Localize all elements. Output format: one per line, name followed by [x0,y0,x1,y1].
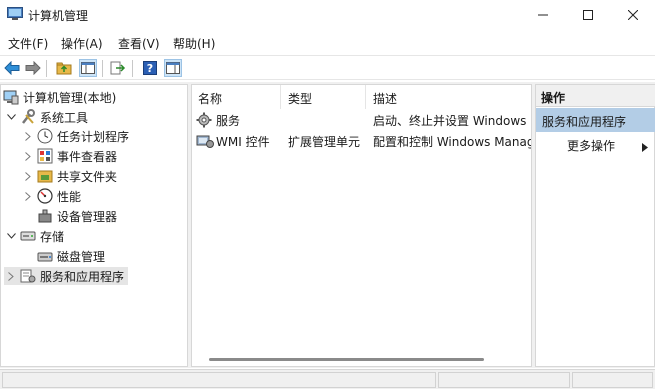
menu-action[interactable]: 操作(A) [61,35,103,52]
tree-item-event-viewer[interactable]: 事件查看器 [21,147,117,165]
storage-icon [20,228,36,244]
chevron-right-icon[interactable] [21,171,35,181]
cell-name: 服务 [216,114,241,128]
window-title: 计算机管理 [28,9,89,23]
device-manager-icon [37,208,53,224]
chevron-down-icon[interactable] [4,114,18,120]
tree-item-computer-management[interactable]: 计算机管理(本地) [3,88,116,106]
help-button[interactable]: ? [141,59,159,77]
tree-item-system-tools[interactable]: 系统工具 [4,108,88,126]
chevron-right-icon[interactable] [4,271,18,281]
column-header-type[interactable]: 类型 [282,85,366,109]
services-apps-icon [20,268,36,284]
menu-help[interactable]: 帮助(H) [173,35,215,52]
export-button[interactable] [109,59,127,77]
cell-name: WMI 控件 [216,135,270,149]
chevron-right-icon[interactable] [21,191,35,201]
close-icon [628,10,638,20]
minimize-icon [538,14,548,16]
up-folder-icon [56,62,72,75]
list-item-services[interactable]: 服务 启动、终止并设置 Windows [192,110,531,131]
tree-item-label: 共享文件夹 [57,169,118,184]
horizontal-scrollbar[interactable] [193,353,530,365]
tree-item-storage[interactable]: 存储 [4,227,64,245]
tree-item-services-and-applications[interactable]: 服务和应用程序 [4,267,129,285]
tree-item-shared-folders[interactable]: 共享文件夹 [21,167,117,185]
shared-folders-icon [37,168,53,184]
tree-item-label: 性能 [57,189,82,204]
wmi-control-icon [196,133,214,152]
menu-view[interactable]: 查看(V) [118,35,160,52]
computer-management-icon [3,89,19,105]
minimize-button[interactable] [520,0,566,30]
disk-management-icon [37,248,53,264]
tree-item-label: 事件查看器 [57,149,118,164]
action-more-actions[interactable]: 更多操作 [567,137,654,154]
console-tree: 计算机管理(本地) 系统工具 任务计划程序 事件查看器 共享文件夹 性能 设备管… [0,84,188,367]
tree-item-task-scheduler[interactable]: 任务计划程序 [21,127,129,145]
action-item-label: 更多操作 [567,139,616,153]
cell-description: 配置和控制 Windows Manag [373,135,531,149]
show-tree-button[interactable] [79,59,97,77]
status-bar [0,369,655,389]
performance-icon [37,188,53,204]
cell-type: 扩展管理单元 [288,135,361,149]
maximize-icon [583,10,593,20]
back-icon [4,61,20,75]
chevron-down-icon[interactable] [4,233,18,239]
tree-item-performance[interactable]: 性能 [21,187,81,205]
maximize-button[interactable] [565,0,611,30]
tree-item-disk-management[interactable]: 磁盘管理 [37,247,105,265]
tree-item-label: 存储 [40,229,65,244]
toolbar-separator [46,60,47,77]
services-gear-icon [196,112,212,131]
triangle-right-icon [642,141,648,155]
chevron-right-icon[interactable] [21,151,35,161]
toolbar: ? [0,55,655,80]
forward-button[interactable] [24,59,42,77]
computer-management-app-icon [7,7,23,21]
export-icon [110,61,126,75]
event-viewer-icon [37,148,53,164]
toolbar-separator [102,60,103,77]
results-list: 名称 类型 描述 服务 启动、终止并设置 Windows WMI 控件 扩展管理… [191,84,532,367]
forward-icon [25,61,41,75]
status-cell [2,372,436,388]
menu-bar: 文件(F) 操作(A) 查看(V) 帮助(H) [0,31,655,53]
status-cell [438,372,570,388]
column-header-description[interactable]: 描述 [367,85,531,109]
column-header-name[interactable]: 名称 [192,85,281,109]
show-tree-icon [81,62,95,74]
tree-item-label: 服务和应用程序 [40,269,125,284]
menu-file[interactable]: 文件(F) [8,35,48,52]
tree-item-label: 设备管理器 [57,209,118,224]
task-scheduler-icon [37,128,53,144]
status-cell [572,372,653,388]
tree-item-label: 任务计划程序 [57,129,130,144]
action-pane: 操作 服务和应用程序 更多操作 [535,84,655,367]
scrollbar-thumb[interactable] [209,358,484,361]
system-tools-icon [20,109,36,125]
tree-item-label: 磁盘管理 [57,249,106,264]
tree-item-device-manager[interactable]: 设备管理器 [37,207,117,225]
show-action-pane-button[interactable] [164,59,182,77]
action-pane-header: 操作 [536,85,655,107]
cell-description: 启动、终止并设置 Windows [373,114,527,128]
list-item-wmi-control[interactable]: WMI 控件 扩展管理单元 配置和控制 Windows Manag [192,131,531,152]
up-folder-button[interactable] [55,59,73,77]
close-button[interactable] [610,0,655,30]
tree-item-label: 系统工具 [40,110,89,125]
chevron-right-icon[interactable] [21,131,35,141]
tree-item-label: 计算机管理(本地) [23,90,117,105]
show-action-pane-icon [166,62,180,74]
back-button[interactable] [3,59,21,77]
svg-text:?: ? [147,62,153,75]
action-section-services-and-applications[interactable]: 服务和应用程序 [536,108,655,132]
help-icon: ? [143,61,157,75]
title-bar: 计算机管理 [0,0,655,30]
toolbar-separator [132,60,133,77]
